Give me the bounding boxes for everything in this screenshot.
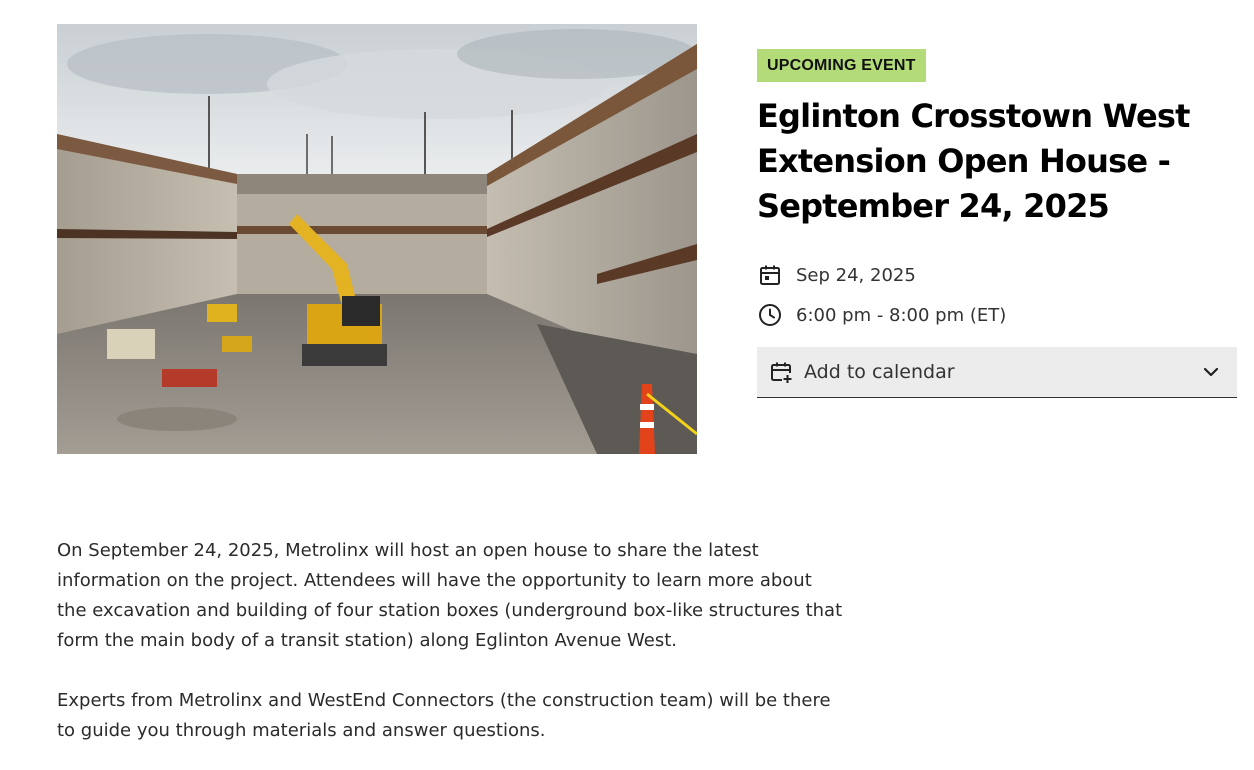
event-time-row: 6:00 pm - 8:00 pm (ET) <box>757 302 1237 328</box>
event-title: Eglinton Crosstown West Extension Open H… <box>757 97 1190 225</box>
clock-icon <box>757 302 783 328</box>
event-date-row: Sep 24, 2025 <box>757 262 1237 288</box>
add-to-calendar-label: Add to calendar <box>804 361 955 383</box>
chevron-down-icon <box>1201 362 1221 382</box>
event-time: 6:00 pm - 8:00 pm (ET) <box>796 304 1007 326</box>
event-description: On September 24, 2025, Metrolinx will ho… <box>57 536 847 746</box>
description-paragraph-2: Experts from Metrolinx and WestEnd Conne… <box>57 690 831 741</box>
add-to-calendar-dropdown[interactable]: Add to calendar <box>757 347 1237 398</box>
description-paragraph-1: On September 24, 2025, Metrolinx will ho… <box>57 540 843 651</box>
event-details-panel: UPCOMING EVENT Eglinton Crosstown West E… <box>757 49 1237 398</box>
upcoming-event-badge: UPCOMING EVENT <box>757 49 926 82</box>
event-hero-image <box>57 24 697 454</box>
calendar-add-icon <box>769 360 793 384</box>
calendar-icon <box>757 262 783 288</box>
event-date: Sep 24, 2025 <box>796 264 916 286</box>
